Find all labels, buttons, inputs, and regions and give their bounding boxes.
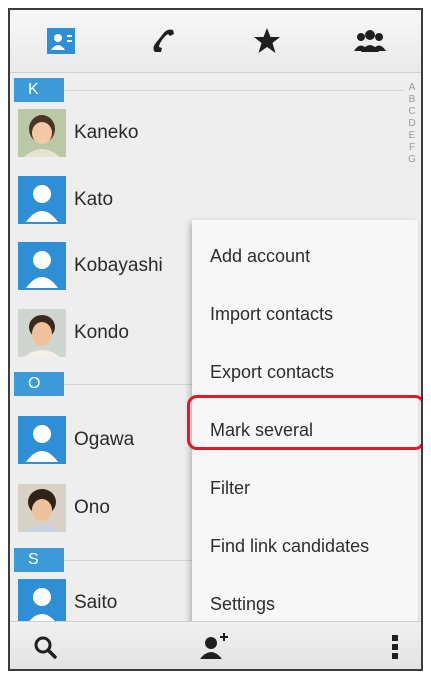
tab-phone[interactable] xyxy=(113,10,215,72)
add-contact-icon xyxy=(200,633,228,659)
contacts-card-icon xyxy=(47,28,75,54)
tab-bar xyxy=(10,10,421,73)
more-options-button[interactable] xyxy=(375,622,415,669)
menu-item-import-contacts[interactable]: Import contacts xyxy=(210,294,333,334)
phone-icon xyxy=(153,29,174,52)
menu-item-export-contacts[interactable]: Export contacts xyxy=(210,352,334,392)
contact-photo xyxy=(18,109,66,157)
default-person-icon xyxy=(18,416,66,464)
screen: K Kaneko Kato Kobayashi Kondo O Ogawa On… xyxy=(0,0,431,679)
more-vert-icon xyxy=(392,635,398,659)
section-header-o: O xyxy=(14,372,64,396)
contact-name: Kato xyxy=(74,189,114,210)
highlight-box xyxy=(187,395,421,450)
section-header-k: K xyxy=(14,78,64,102)
tab-favorites[interactable] xyxy=(216,10,318,72)
menu-item-find-link-candidates[interactable]: Find link candidates xyxy=(210,526,369,566)
menu-item-settings[interactable]: Settings xyxy=(210,584,275,624)
index-letter[interactable]: C xyxy=(405,106,419,118)
index-letter[interactable]: A xyxy=(405,82,419,94)
section-divider xyxy=(64,90,404,91)
index-letter[interactable]: D xyxy=(405,118,419,130)
contact-name: Kondo xyxy=(74,322,129,343)
tab-groups[interactable] xyxy=(319,10,421,72)
index-letter[interactable]: B xyxy=(405,94,419,106)
section-letter: O xyxy=(28,375,41,392)
contact-name: Kobayashi xyxy=(74,255,163,276)
default-person-icon xyxy=(18,176,66,224)
search-icon xyxy=(34,636,57,659)
bottom-action-bar xyxy=(10,621,421,669)
contact-name: Kaneko xyxy=(74,122,139,143)
section-header-s: S xyxy=(14,548,64,572)
index-letter[interactable]: E xyxy=(405,130,419,142)
menu-item-filter[interactable]: Filter xyxy=(210,468,250,508)
phone-screen: K Kaneko Kato Kobayashi Kondo O Ogawa On… xyxy=(8,8,423,671)
alphabet-index[interactable]: A B C D E F G xyxy=(405,82,419,166)
section-letter: K xyxy=(28,81,39,98)
section-letter: S xyxy=(28,551,39,568)
star-icon xyxy=(254,28,280,53)
search-button[interactable] xyxy=(20,622,70,669)
menu-item-add-account[interactable]: Add account xyxy=(210,236,310,276)
default-person-icon xyxy=(18,242,66,290)
contact-row[interactable]: Kaneko xyxy=(10,105,421,161)
tab-contacts[interactable] xyxy=(10,10,112,72)
index-letter[interactable]: G xyxy=(405,154,419,166)
index-letter[interactable]: F xyxy=(405,142,419,154)
contact-name: Ogawa xyxy=(74,429,135,450)
add-contact-button[interactable] xyxy=(190,622,240,669)
group-icon xyxy=(354,30,386,52)
default-person-icon xyxy=(18,579,66,627)
contact-photo xyxy=(18,484,66,532)
contact-photo xyxy=(18,309,66,357)
contact-name: Ono xyxy=(74,497,110,518)
